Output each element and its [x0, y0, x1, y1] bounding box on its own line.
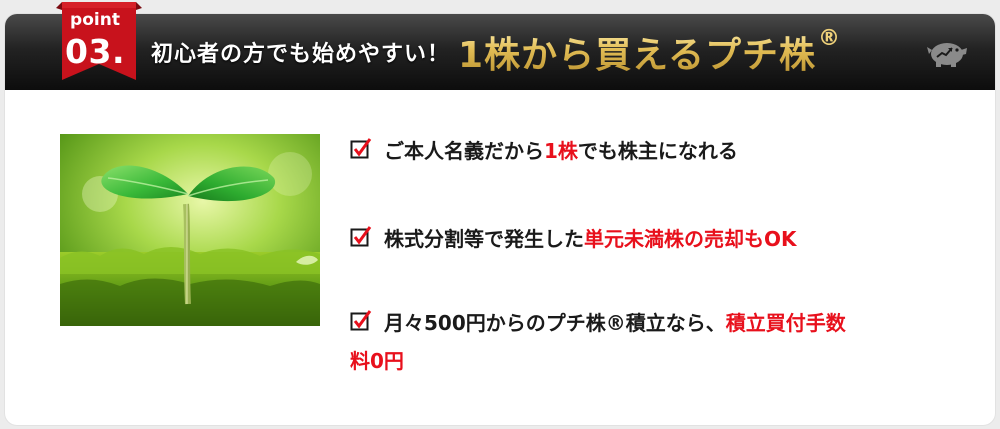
- benefit-highlight: 1株: [544, 139, 578, 163]
- benefit-item: ご本人名義だから1株でも株主になれる: [350, 132, 738, 170]
- point-card: 初心者の方でも始めやすい！ 1株から買えるプチ株 ® ご本人名義だから1株でも株…: [5, 14, 995, 425]
- benefit-item: 月々500円からのプチ株®積立なら、積立買付手数 料0円: [350, 304, 984, 380]
- benefit-highlight: 単元未満株の売却もOK: [584, 227, 797, 251]
- piggy-bank-icon: [927, 43, 967, 67]
- benefit-highlight: 料0円: [350, 349, 404, 373]
- benefit-item: 株式分割等で発生した単元未満株の売却もOK: [350, 220, 797, 258]
- checkbox-check-icon: [350, 226, 372, 247]
- checkbox-check-icon: [350, 310, 372, 331]
- header-title: 初心者の方でも始めやすい！ 1株から買えるプチ株 ®: [151, 14, 840, 90]
- benefit-text: ご本人名義だから: [384, 139, 544, 163]
- benefit-text: 株式分割等で発生した: [384, 227, 584, 251]
- badge-number: 03.: [65, 32, 125, 71]
- seedling-photo: [60, 134, 320, 326]
- header-highlight-text: 1株から買えるプチ株: [458, 26, 816, 78]
- card-header: 初心者の方でも始めやすい！ 1株から買えるプチ株 ®: [5, 14, 995, 90]
- benefit-text: でも株主になれる: [577, 139, 738, 163]
- benefit-text: 月々500円からのプチ株®積立なら、: [384, 311, 726, 335]
- header-lead-text: 初心者の方でも始めやすい！: [151, 42, 451, 67]
- benefit-highlight: 積立買付手数: [725, 311, 846, 335]
- registered-mark: ®: [818, 25, 840, 51]
- checkbox-check-icon: [350, 138, 372, 159]
- badge-label: point: [70, 10, 120, 30]
